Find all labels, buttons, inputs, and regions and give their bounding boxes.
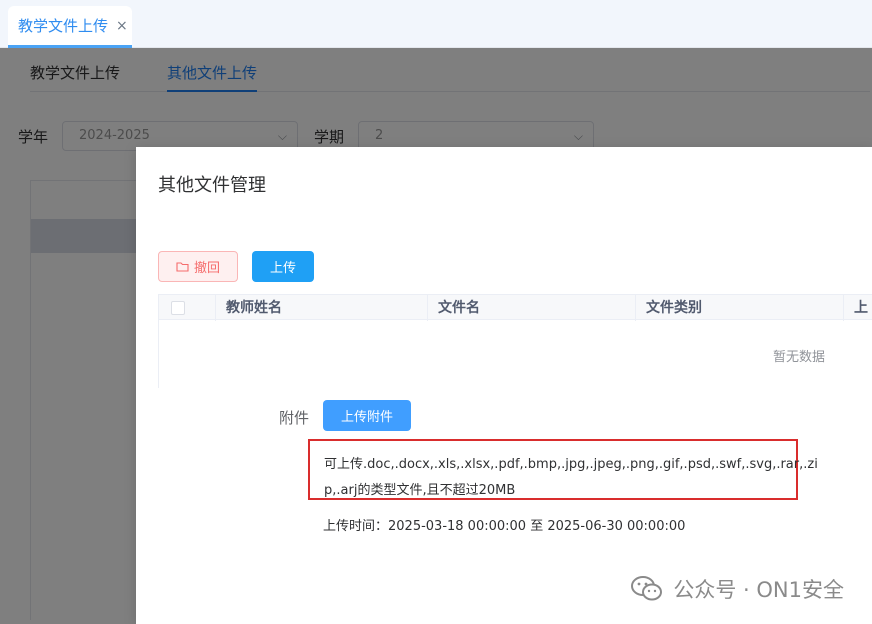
upload-time-text: 上传时间：2025-03-18 00:00:00 至 2025-06-30 00…: [323, 519, 686, 534]
select-all-checkbox[interactable]: [171, 301, 185, 315]
upload-label: 上传: [269, 261, 296, 276]
dialog-title: 其他文件管理: [158, 175, 266, 196]
other-file-dialog: 其他文件管理 撤回 上传 教师姓名 文件名 文件类别 上传 暂无数据 附件 上传…: [136, 147, 872, 624]
column-teacher-name[interactable]: 教师姓名: [215, 295, 427, 321]
page: 教学文件上传 × 教学文件上传 其他文件上传 学年 2024-2025 ⌵ 学期…: [0, 0, 872, 624]
tab-teaching-file-upload[interactable]: 教学文件上传 ×: [8, 6, 132, 48]
revoke-label: 撤回: [193, 261, 220, 276]
tab-strip: 教学文件上传 ×: [0, 0, 872, 48]
watermark-text: 公众号 · ON1安全: [673, 578, 844, 602]
column-file-category[interactable]: 文件类别: [635, 295, 843, 321]
wechat-icon: [631, 576, 663, 601]
file-type-hint: 可上传.doc,.docx,.xls,.xlsx,.pdf,.bmp,.jpg,…: [308, 439, 818, 500]
file-table: 教师姓名 文件名 文件类别 上传 暂无数据: [158, 294, 872, 388]
hint-line-2: p,.arj的类型文件,且不超过20MB: [324, 483, 516, 498]
hint-line-1: 可上传.doc,.docx,.xls,.xlsx,.pdf,.bmp,.jpg,…: [324, 457, 818, 472]
empty-text: 暂无数据: [773, 350, 826, 365]
folder-icon: [176, 262, 189, 272]
upload-button[interactable]: 上传: [252, 251, 314, 282]
upload-attachment-button[interactable]: 上传附件: [323, 400, 411, 431]
close-icon[interactable]: ×: [116, 18, 128, 34]
watermark: 公众号 · ON1安全: [631, 574, 844, 604]
attachment-label: 附件: [279, 409, 310, 427]
column-upload[interactable]: 上传: [843, 295, 872, 321]
revoke-button[interactable]: 撤回: [158, 251, 238, 282]
tab-label: 教学文件上传: [18, 17, 109, 35]
table-header: 教师姓名 文件名 文件类别 上传: [159, 294, 872, 321]
upload-attachment-label: 上传附件: [340, 410, 393, 425]
column-file-name[interactable]: 文件名: [427, 295, 635, 321]
